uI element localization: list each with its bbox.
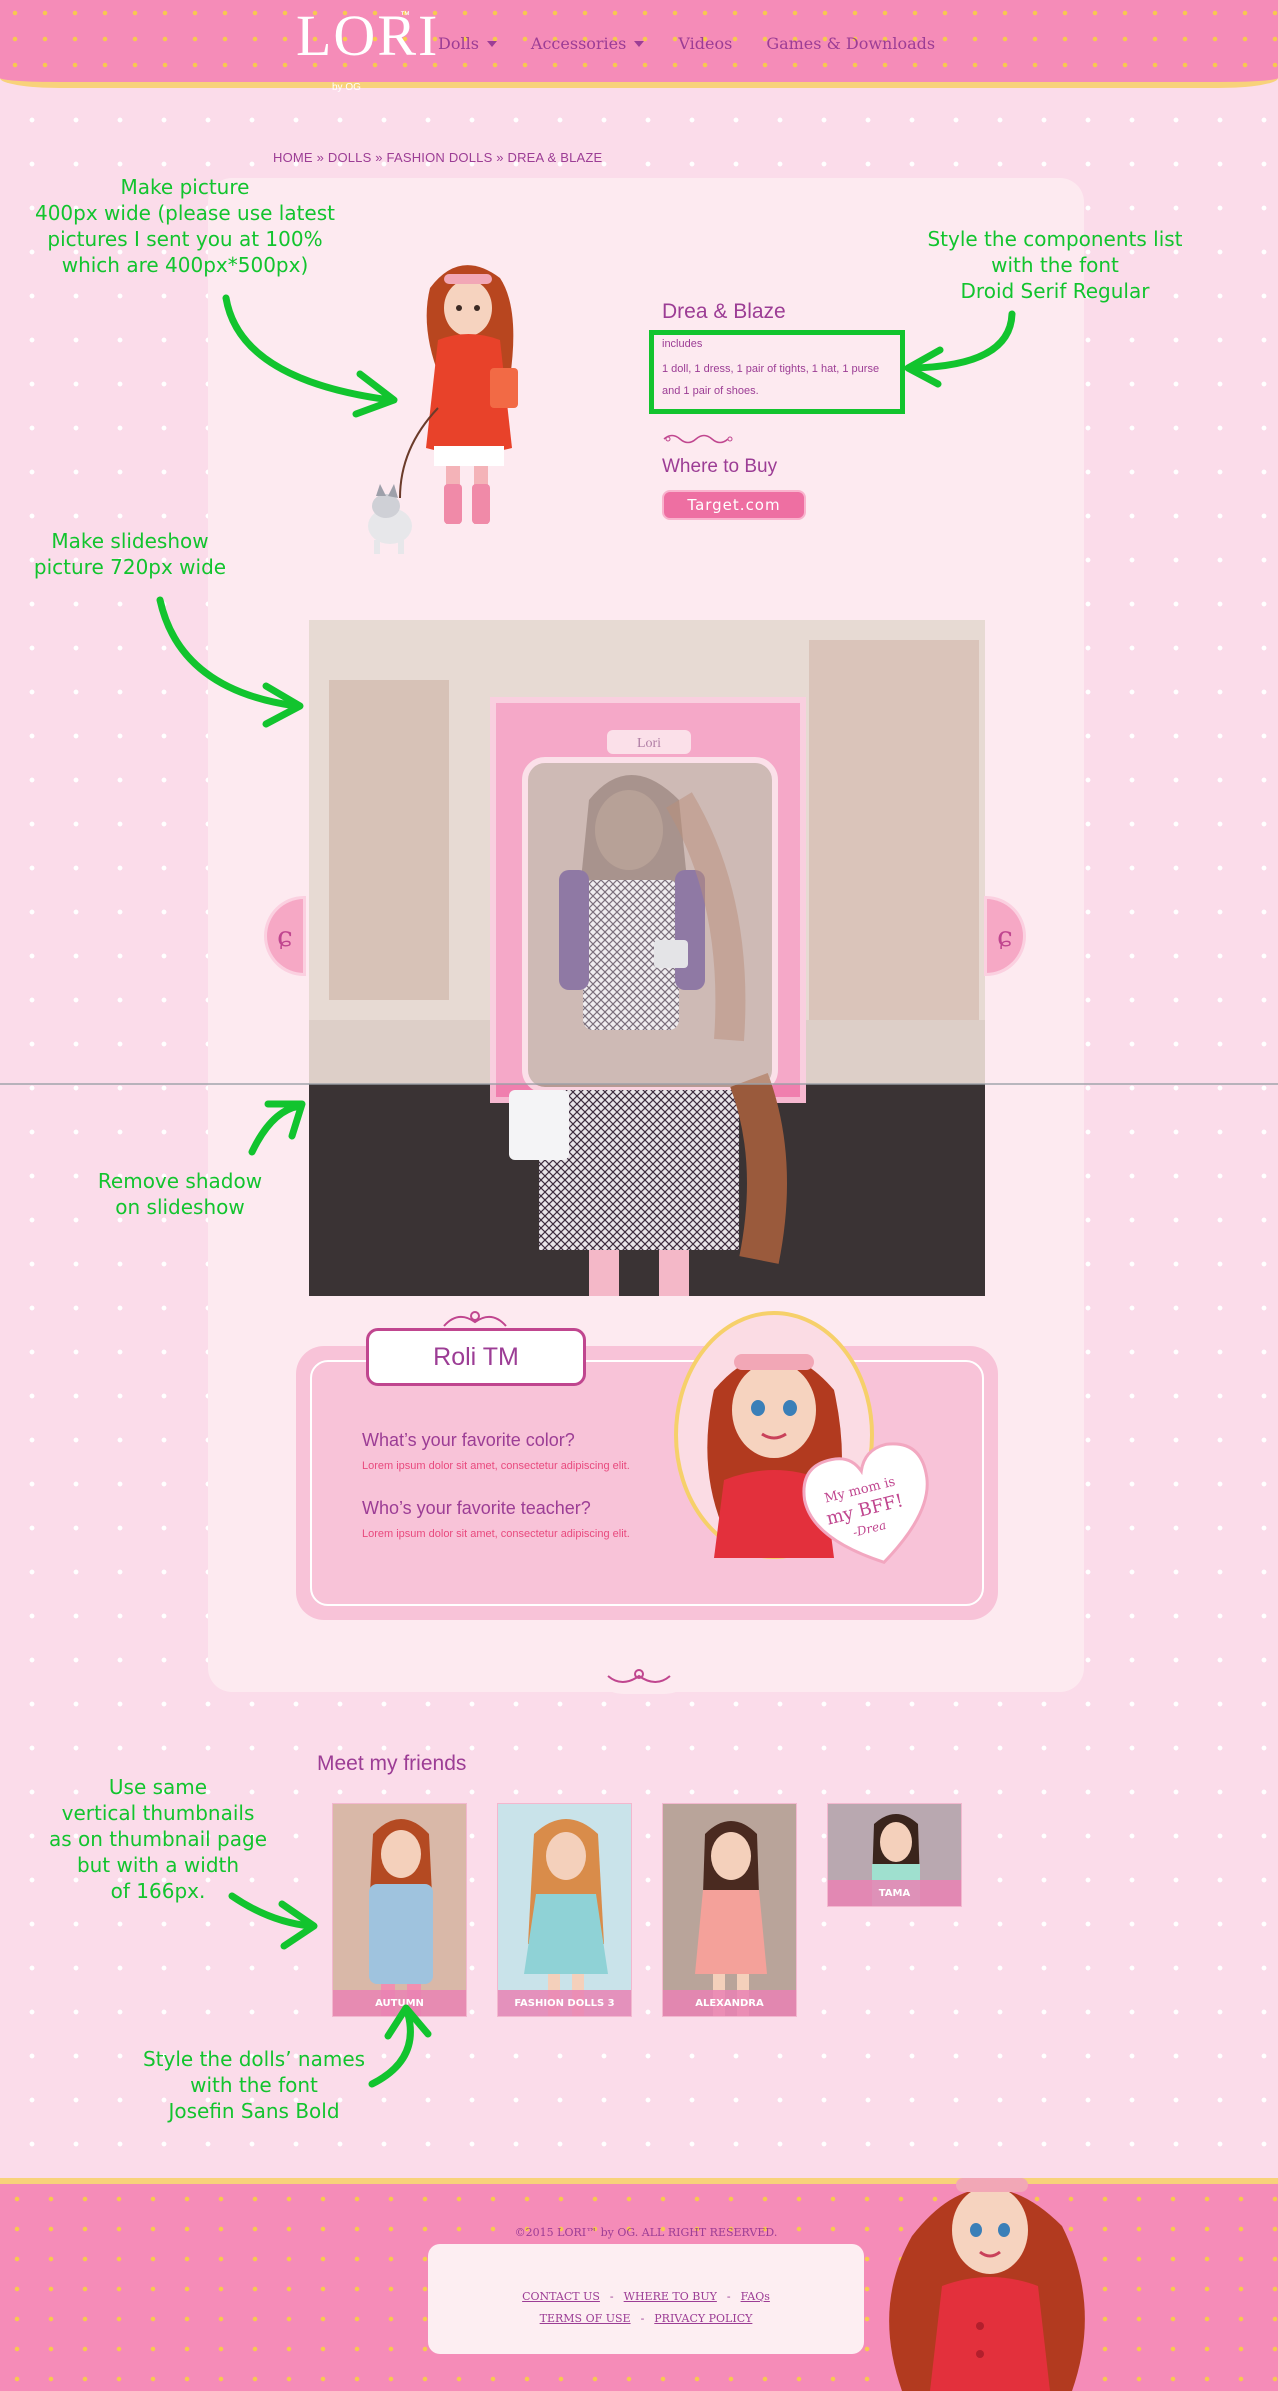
footer-links-row-1: CONTACT US - WHERE TO BUY - FAQs xyxy=(522,2290,770,2303)
doll-name-banner: Roli TM xyxy=(366,1328,586,1386)
chevron-down-icon xyxy=(486,40,497,47)
annotation-picture: Make picture 400px wide (please use late… xyxy=(34,175,335,277)
swirl-right-icon: ɕ xyxy=(997,919,1013,953)
components-list: 1 doll, 1 dress, 1 pair of tights, 1 hat… xyxy=(662,363,880,397)
friend-thumbnail-autumn[interactable]: AUTUMN xyxy=(332,1803,467,2017)
footer-links-row-2: TERMS OF USE - PRIVACY POLICY xyxy=(539,2312,753,2325)
swirl-divider-icon xyxy=(663,434,733,444)
nav-label: Dolls xyxy=(438,34,479,53)
annotation-thumbnails: Use same vertical thumbnails as on thumb… xyxy=(48,1775,268,1903)
friend-thumbnail-fashion-dolls-3[interactable]: FASHION DOLLS 3 xyxy=(497,1803,632,2017)
footer-link-terms[interactable]: TERMS OF USE xyxy=(540,2312,631,2325)
breadcrumb[interactable]: HOME » DOLLS » FASHION DOLLS » DREA & BL… xyxy=(273,150,602,165)
crown-ornament-icon xyxy=(443,1311,507,1327)
footer-link-contact[interactable]: CONTACT US xyxy=(522,2290,600,2303)
friends-heading: Meet my friends xyxy=(317,1752,467,1775)
nav-item-accessories[interactable]: Accessories xyxy=(530,34,645,53)
includes-label: includes xyxy=(662,338,703,350)
annotation-names-font: Style the dolls’ names with the font Jos… xyxy=(142,2047,366,2123)
product-image xyxy=(368,265,518,554)
qa-answer: Lorem ipsum dolor sit amet, consectetur … xyxy=(362,1528,630,1540)
qa-question: What’s your favorite color? xyxy=(362,1430,575,1450)
logo-trademark: ™ xyxy=(400,10,410,21)
logo-wordmark: LORI xyxy=(296,3,440,68)
chevron-down-icon xyxy=(634,40,645,47)
qa-question: Who’s your favorite teacher? xyxy=(362,1498,591,1518)
where-to-buy-label: Where to Buy xyxy=(662,456,778,477)
nav-item-videos[interactable]: Videos xyxy=(678,34,732,53)
product-title: Drea & Blaze xyxy=(662,300,786,323)
nav-item-games-downloads[interactable]: Games & Downloads xyxy=(766,34,935,53)
friend-name: ALEXANDRA xyxy=(663,1990,796,2016)
annotation-remove-shadow: Remove shadow on slideshow xyxy=(97,1169,263,1219)
footer-mascot-image xyxy=(889,2178,1085,2391)
site-logo[interactable]: LORI ™ by OG xyxy=(296,3,437,93)
footer-link-faqs[interactable]: FAQs xyxy=(741,2290,770,2303)
logo-subtitle: by OG xyxy=(332,82,361,93)
friend-name: FASHION DOLLS 3 xyxy=(498,1990,631,2016)
nav-label: Games & Downloads xyxy=(766,34,936,53)
screenshot-seam xyxy=(0,1083,1278,1085)
nav-item-dolls[interactable]: Dolls xyxy=(438,34,497,53)
thumbnail-image xyxy=(498,1804,631,2016)
slideshow[interactable]: Lori xyxy=(309,620,985,1296)
annotation-slideshow-width: Make slideshow picture 720px wide xyxy=(33,529,227,579)
thumbnail-image xyxy=(663,1804,796,2016)
qa-answer: Lorem ipsum dolor sit amet, consectetur … xyxy=(362,1460,630,1472)
swirl-left-icon: ɕ xyxy=(277,919,293,953)
speech-heart: My mom is my BFF! -Drea xyxy=(802,1442,929,1564)
footer-link-privacy[interactable]: PRIVACY POLICY xyxy=(654,2312,752,2325)
friend-name: AUTUMN xyxy=(333,1990,466,2016)
copyright: ©2015 LORI™ by OG. ALL RIGHT RESERVED. xyxy=(514,2226,778,2239)
nav-label: Videos xyxy=(678,34,733,53)
retailer-button[interactable]: Target.com xyxy=(662,490,806,520)
footer-link-where-to-buy[interactable]: WHERE TO BUY xyxy=(624,2290,717,2303)
main-nav: Dolls Accessories Videos Games & Downloa… xyxy=(438,34,969,53)
swirl-ornament-icon xyxy=(607,1669,671,1683)
friend-thumbnail-alexandra[interactable]: ALEXANDRA xyxy=(662,1803,797,2017)
slideshow-image: Lori xyxy=(309,620,985,1296)
thumbnail-image xyxy=(333,1804,466,2016)
nav-label: Accessories xyxy=(530,34,627,53)
annotation-components-font: Style the components list with the font … xyxy=(927,227,1183,303)
friend-name: TAMA xyxy=(828,1880,961,1906)
friend-thumbnail-tama[interactable]: TAMA xyxy=(827,1803,962,1907)
